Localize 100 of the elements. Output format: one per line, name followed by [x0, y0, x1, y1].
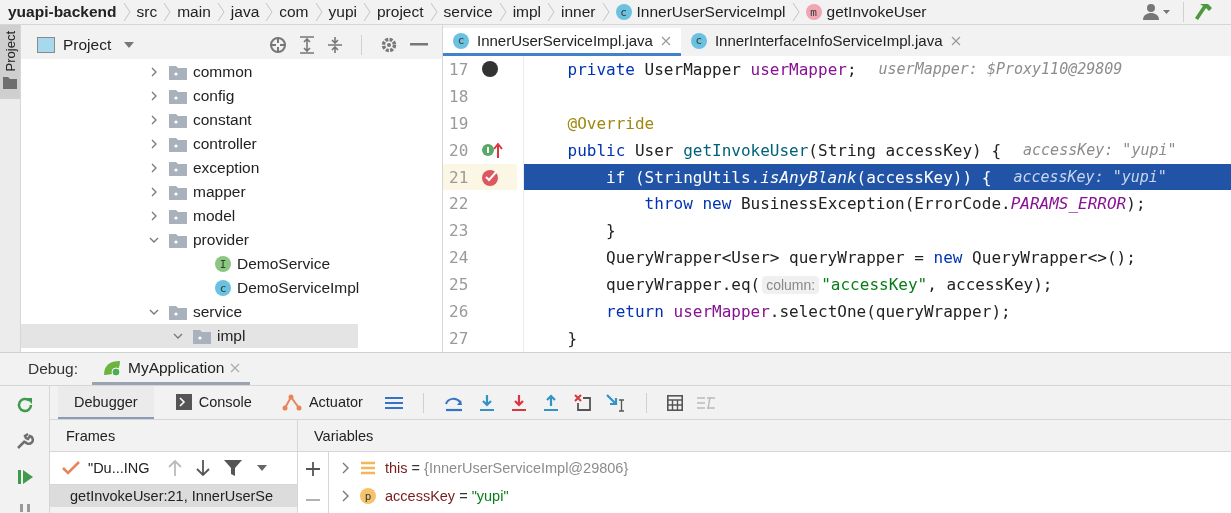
breadcrumb-separator-icon: [498, 1, 507, 23]
tree-item[interactable]: I DemoService: [21, 252, 442, 276]
breadcrumb-separator-icon: [163, 1, 172, 23]
dropdown-caret-icon[interactable]: [255, 464, 268, 472]
editor-tab[interactable]: c InnerInterfaceInfoServiceImpl.java: [680, 28, 971, 56]
code-text: "accessKey", accessKey);: [821, 275, 1053, 295]
breadcrumb-item[interactable]: impl: [512, 3, 542, 21]
code-text: private UserMapper userMapper;: [566, 59, 857, 79]
breakpoint-icon[interactable]: [481, 168, 501, 186]
breadcrumb-item[interactable]: inner: [561, 3, 596, 21]
debugger-tab[interactable]: Debugger: [58, 386, 154, 419]
tree-item[interactable]: model: [21, 204, 442, 228]
tree-item[interactable]: exception: [21, 156, 442, 180]
breadcrumb-item[interactable]: service: [443, 3, 493, 21]
tree-item[interactable]: config: [21, 84, 442, 108]
breadcrumb-item[interactable]: yuapi-backend: [8, 3, 117, 21]
menu-icon[interactable]: [384, 395, 403, 410]
chevron-right-icon[interactable]: [149, 115, 159, 125]
inline-value-hint: accessKey: "yupi": [1013, 168, 1167, 186]
chevron-right-icon[interactable]: [149, 163, 159, 173]
drop-frame-icon[interactable]: [573, 393, 592, 412]
expand-all-icon[interactable]: [299, 36, 315, 54]
thread-selector[interactable]: "Du...ING: [88, 460, 150, 476]
chevron-right-icon[interactable]: [149, 91, 159, 101]
user-dropdown-icon[interactable]: [1142, 3, 1172, 21]
chevron-right-icon[interactable]: [149, 67, 159, 77]
code-text: if (StringUtils.isAnyBlank(accessKey)) {: [605, 167, 992, 187]
chevron-right-icon[interactable]: [149, 139, 159, 149]
breadcrumb-item[interactable]: project: [377, 3, 424, 21]
resume-icon[interactable]: [15, 468, 34, 486]
breadcrumb-item[interactable]: getInvokeUser: [826, 3, 927, 21]
line-number: 25: [448, 274, 470, 297]
stack-frame[interactable]: getInvokeUser:21, InnerUserSe: [50, 485, 297, 507]
code-text: @Override: [566, 113, 655, 133]
implements-method-icon[interactable]: [481, 141, 505, 160]
code-text: return userMapper.selectOne(queryWrapper);: [605, 301, 1011, 321]
tree-item[interactable]: c DemoServiceImpl: [21, 276, 442, 300]
breadcrumb-item[interactable]: java: [230, 3, 260, 21]
breadcrumb-item[interactable]: InnerUserServiceImpl: [636, 3, 786, 21]
debugger-tab[interactable]: Actuator: [273, 386, 371, 419]
tree-item[interactable]: provider: [21, 228, 442, 252]
calculator-icon[interactable]: [666, 394, 683, 411]
code-text: }: [605, 221, 616, 241]
chevron-right-icon[interactable]: [149, 211, 159, 221]
class-badge-icon: c: [453, 32, 469, 49]
dropdown-caret-icon[interactable]: [123, 41, 136, 49]
line-number: 27: [448, 327, 470, 350]
class-badge-icon: c: [215, 280, 231, 296]
chevron-down-icon[interactable]: [173, 331, 183, 341]
add-icon[interactable]: [306, 462, 320, 476]
tree-item[interactable]: impl: [21, 324, 358, 348]
variable-entry[interactable]: this = {InnerUserServiceImpl@29806}: [385, 460, 629, 476]
step-into-icon[interactable]: [477, 393, 496, 412]
tree-item[interactable]: common: [21, 60, 442, 84]
inline-value-hint: accessKey: "yupi": [1023, 141, 1177, 160]
chevron-right-icon[interactable]: [341, 462, 351, 474]
folder-icon: [169, 160, 187, 176]
breadcrumb-item[interactable]: yupi: [328, 3, 357, 21]
chevron-right-icon[interactable]: [149, 187, 159, 197]
chevron-right-icon[interactable]: [341, 490, 351, 502]
collapse-all-icon[interactable]: [327, 36, 343, 54]
breadcrumb-item[interactable]: com: [279, 3, 309, 21]
project-tool-tab[interactable]: Project: [0, 25, 20, 100]
force-step-into-icon[interactable]: [509, 393, 528, 412]
folder-icon: [169, 112, 187, 128]
code-text: throw new BusinessException(ErrorCode.PARAMS_ERROR);: [643, 194, 1146, 214]
run-to-cursor-icon[interactable]: [605, 393, 626, 412]
panel-title[interactable]: Project: [63, 36, 112, 54]
debugger-tab[interactable]: Console: [167, 386, 260, 419]
breadcrumb-item[interactable]: src: [136, 3, 158, 21]
variable-entry[interactable]: accessKey = "yupi": [385, 488, 509, 504]
tree-item[interactable]: constant: [21, 108, 442, 132]
line-number: 26: [448, 300, 470, 323]
frames-header: Frames: [66, 427, 116, 444]
step-out-icon[interactable]: [541, 393, 560, 412]
filter-icon[interactable]: [223, 459, 242, 477]
crosshair-icon[interactable]: [269, 36, 287, 54]
settings-icon[interactable]: [380, 36, 398, 54]
breadcrumb-item[interactable]: main: [177, 3, 211, 21]
arrow-down-icon[interactable]: [195, 459, 210, 477]
console-icon: [175, 393, 192, 410]
leaf-icon: [102, 358, 122, 377]
interface-badge-icon: I: [215, 256, 231, 272]
chevron-down-icon[interactable]: [149, 307, 159, 317]
rerun-icon[interactable]: [15, 396, 34, 414]
line-number: 17: [448, 58, 470, 81]
minimize-icon[interactable]: [410, 43, 428, 47]
close-icon[interactable]: [950, 35, 961, 46]
wrench-icon[interactable]: [15, 432, 34, 450]
tree-item[interactable]: controller: [21, 132, 442, 156]
folder-icon: [193, 328, 211, 344]
close-icon[interactable]: [660, 35, 671, 46]
tree-item[interactable]: service: [21, 300, 442, 324]
inline-value-hint: userMapper: $Proxy110@29809: [878, 60, 1123, 79]
chevron-down-icon[interactable]: [149, 235, 159, 245]
tree-item[interactable]: mapper: [21, 180, 442, 204]
folder-icon: [169, 208, 187, 224]
line-number: 21: [443, 163, 481, 191]
folder-icon: [3, 77, 17, 90]
editor-tab[interactable]: c InnerUserServiceImpl.java: [443, 28, 681, 56]
